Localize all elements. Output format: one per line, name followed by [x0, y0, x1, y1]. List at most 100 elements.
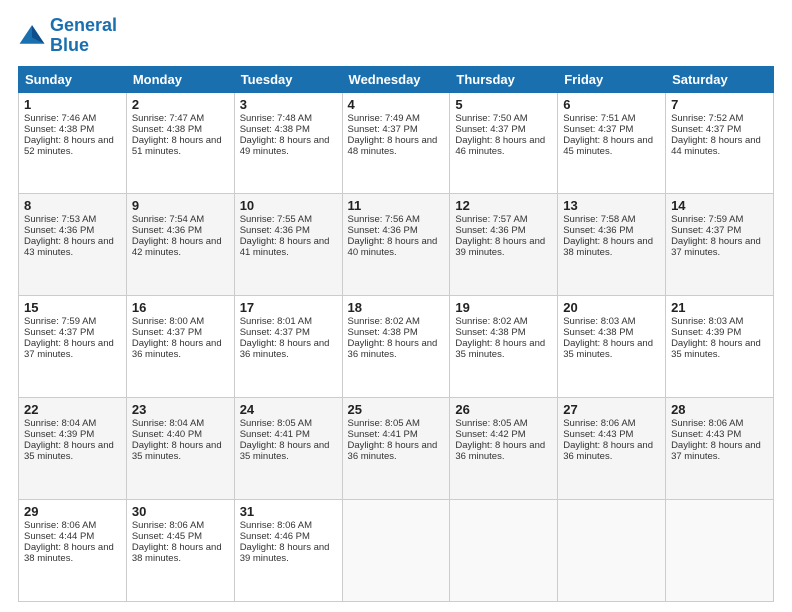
calendar-day-cell: 18Sunrise: 8:02 AMSunset: 4:38 PMDayligh… [342, 296, 450, 398]
daylight-label: Daylight: 8 hours and 38 minutes. [24, 542, 114, 564]
daylight-label: Daylight: 8 hours and 35 minutes. [671, 338, 761, 360]
day-number: 5 [455, 97, 552, 112]
sunset-label: Sunset: 4:38 PM [132, 124, 202, 135]
daylight-label: Daylight: 8 hours and 41 minutes. [240, 236, 330, 258]
daylight-label: Daylight: 8 hours and 48 minutes. [348, 135, 438, 157]
daylight-label: Daylight: 8 hours and 36 minutes. [348, 338, 438, 360]
daylight-label: Daylight: 8 hours and 38 minutes. [132, 542, 222, 564]
day-number: 15 [24, 300, 121, 315]
day-number: 12 [455, 198, 552, 213]
sunset-label: Sunset: 4:37 PM [671, 225, 741, 236]
sunset-label: Sunset: 4:37 PM [132, 327, 202, 338]
calendar-day-cell: 1Sunrise: 7:46 AMSunset: 4:38 PMDaylight… [19, 92, 127, 194]
sunrise-label: Sunrise: 8:00 AM [132, 316, 204, 327]
sunset-label: Sunset: 4:38 PM [348, 327, 418, 338]
daylight-label: Daylight: 8 hours and 51 minutes. [132, 135, 222, 157]
calendar-day-cell: 15Sunrise: 7:59 AMSunset: 4:37 PMDayligh… [19, 296, 127, 398]
sunset-label: Sunset: 4:37 PM [24, 327, 94, 338]
calendar-header-cell: Tuesday [234, 66, 342, 92]
day-number: 13 [563, 198, 660, 213]
sunset-label: Sunset: 4:44 PM [24, 531, 94, 542]
calendar-header-cell: Monday [126, 66, 234, 92]
sunrise-label: Sunrise: 7:55 AM [240, 214, 312, 225]
day-number: 31 [240, 504, 337, 519]
daylight-label: Daylight: 8 hours and 52 minutes. [24, 135, 114, 157]
sunset-label: Sunset: 4:41 PM [348, 429, 418, 440]
calendar-header-cell: Friday [558, 66, 666, 92]
day-number: 17 [240, 300, 337, 315]
sunset-label: Sunset: 4:37 PM [563, 124, 633, 135]
calendar-day-cell: 2Sunrise: 7:47 AMSunset: 4:38 PMDaylight… [126, 92, 234, 194]
calendar-day-cell: 8Sunrise: 7:53 AMSunset: 4:36 PMDaylight… [19, 194, 127, 296]
sunset-label: Sunset: 4:38 PM [240, 124, 310, 135]
day-number: 19 [455, 300, 552, 315]
day-number: 1 [24, 97, 121, 112]
sunrise-label: Sunrise: 8:06 AM [132, 520, 204, 531]
day-number: 25 [348, 402, 445, 417]
daylight-label: Daylight: 8 hours and 37 minutes. [671, 440, 761, 462]
sunrise-label: Sunrise: 7:56 AM [348, 214, 420, 225]
sunrise-label: Sunrise: 8:06 AM [240, 520, 312, 531]
sunrise-label: Sunrise: 8:02 AM [348, 316, 420, 327]
calendar-header-cell: Wednesday [342, 66, 450, 92]
daylight-label: Daylight: 8 hours and 39 minutes. [240, 542, 330, 564]
calendar-day-cell: 9Sunrise: 7:54 AMSunset: 4:36 PMDaylight… [126, 194, 234, 296]
calendar-day-cell: 24Sunrise: 8:05 AMSunset: 4:41 PMDayligh… [234, 398, 342, 500]
calendar-week-row: 15Sunrise: 7:59 AMSunset: 4:37 PMDayligh… [19, 296, 774, 398]
sunset-label: Sunset: 4:39 PM [671, 327, 741, 338]
day-number: 29 [24, 504, 121, 519]
calendar-day-cell: 13Sunrise: 7:58 AMSunset: 4:36 PMDayligh… [558, 194, 666, 296]
day-number: 20 [563, 300, 660, 315]
daylight-label: Daylight: 8 hours and 44 minutes. [671, 135, 761, 157]
sunrise-label: Sunrise: 8:04 AM [132, 418, 204, 429]
page: General Blue SundayMondayTuesdayWednesda… [0, 0, 792, 612]
calendar-day-cell: 19Sunrise: 8:02 AMSunset: 4:38 PMDayligh… [450, 296, 558, 398]
calendar-week-row: 8Sunrise: 7:53 AMSunset: 4:36 PMDaylight… [19, 194, 774, 296]
sunset-label: Sunset: 4:37 PM [240, 327, 310, 338]
daylight-label: Daylight: 8 hours and 35 minutes. [24, 440, 114, 462]
calendar-day-cell: 25Sunrise: 8:05 AMSunset: 4:41 PMDayligh… [342, 398, 450, 500]
daylight-label: Daylight: 8 hours and 36 minutes. [455, 440, 545, 462]
daylight-label: Daylight: 8 hours and 37 minutes. [24, 338, 114, 360]
day-number: 21 [671, 300, 768, 315]
sunrise-label: Sunrise: 8:03 AM [671, 316, 743, 327]
calendar-day-cell: 21Sunrise: 8:03 AMSunset: 4:39 PMDayligh… [666, 296, 774, 398]
day-number: 28 [671, 402, 768, 417]
calendar-day-cell: 30Sunrise: 8:06 AMSunset: 4:45 PMDayligh… [126, 500, 234, 602]
sunset-label: Sunset: 4:36 PM [240, 225, 310, 236]
calendar-table: SundayMondayTuesdayWednesdayThursdayFrid… [18, 66, 774, 602]
day-number: 4 [348, 97, 445, 112]
daylight-label: Daylight: 8 hours and 36 minutes. [348, 440, 438, 462]
day-number: 22 [24, 402, 121, 417]
sunrise-label: Sunrise: 7:49 AM [348, 113, 420, 124]
sunset-label: Sunset: 4:38 PM [563, 327, 633, 338]
calendar-day-cell: 28Sunrise: 8:06 AMSunset: 4:43 PMDayligh… [666, 398, 774, 500]
day-number: 18 [348, 300, 445, 315]
calendar-day-cell: 22Sunrise: 8:04 AMSunset: 4:39 PMDayligh… [19, 398, 127, 500]
calendar-day-cell: 12Sunrise: 7:57 AMSunset: 4:36 PMDayligh… [450, 194, 558, 296]
daylight-label: Daylight: 8 hours and 46 minutes. [455, 135, 545, 157]
sunrise-label: Sunrise: 8:05 AM [348, 418, 420, 429]
calendar-day-cell: 5Sunrise: 7:50 AMSunset: 4:37 PMDaylight… [450, 92, 558, 194]
sunset-label: Sunset: 4:36 PM [563, 225, 633, 236]
daylight-label: Daylight: 8 hours and 37 minutes. [671, 236, 761, 258]
sunrise-label: Sunrise: 7:58 AM [563, 214, 635, 225]
sunrise-label: Sunrise: 7:51 AM [563, 113, 635, 124]
calendar-week-row: 1Sunrise: 7:46 AMSunset: 4:38 PMDaylight… [19, 92, 774, 194]
sunset-label: Sunset: 4:36 PM [348, 225, 418, 236]
calendar-day-cell: 23Sunrise: 8:04 AMSunset: 4:40 PMDayligh… [126, 398, 234, 500]
sunset-label: Sunset: 4:37 PM [455, 124, 525, 135]
daylight-label: Daylight: 8 hours and 35 minutes. [132, 440, 222, 462]
sunset-label: Sunset: 4:39 PM [24, 429, 94, 440]
sunset-label: Sunset: 4:36 PM [455, 225, 525, 236]
sunset-label: Sunset: 4:38 PM [24, 124, 94, 135]
calendar-header-cell: Thursday [450, 66, 558, 92]
sunset-label: Sunset: 4:43 PM [563, 429, 633, 440]
sunset-label: Sunset: 4:36 PM [24, 225, 94, 236]
sunrise-label: Sunrise: 7:46 AM [24, 113, 96, 124]
sunrise-label: Sunrise: 8:05 AM [455, 418, 527, 429]
header: General Blue [18, 16, 774, 56]
calendar-day-cell: 14Sunrise: 7:59 AMSunset: 4:37 PMDayligh… [666, 194, 774, 296]
calendar-day-cell: 26Sunrise: 8:05 AMSunset: 4:42 PMDayligh… [450, 398, 558, 500]
sunset-label: Sunset: 4:38 PM [455, 327, 525, 338]
